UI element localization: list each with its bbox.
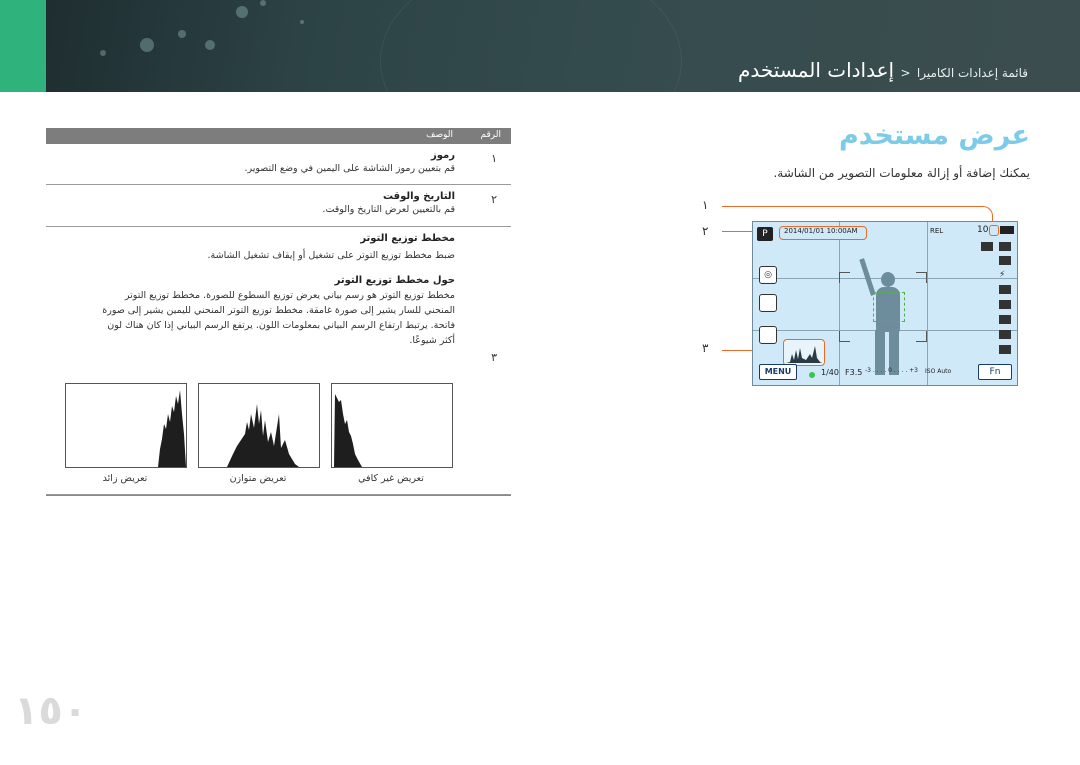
datetime-text: 2014/01/01 10:00AM: [784, 227, 858, 235]
card-icon: [989, 225, 999, 236]
table-bottom-divider: [46, 494, 511, 495]
mini-histogram: [783, 339, 825, 366]
callout-number: ٣: [702, 341, 709, 355]
section-tab: [0, 0, 46, 92]
row-number: ١: [491, 152, 497, 165]
af-mode-icon: [999, 330, 1011, 339]
row-subtitle: حول مخطط توزيع التوتر: [334, 275, 455, 286]
row-title: رموز: [431, 150, 455, 161]
histogram-label: تعريض زائد: [102, 473, 148, 484]
fn-button[interactable]: Fn: [978, 364, 1012, 380]
shutter-speed: 1/40: [821, 368, 839, 377]
row-description: رموز قم بتعيين رموز الشاشة على اليمين في…: [46, 150, 455, 176]
ois-icon[interactable]: [759, 294, 777, 312]
table-row: ١ رموز قم بتعيين رموز الشاشة على اليمين …: [46, 144, 511, 185]
row-title: مخطط توزيع التوتر: [360, 233, 455, 244]
histogram-label: تعريض غير كافي: [358, 473, 424, 484]
histogram-graph: [334, 394, 362, 467]
histogram-example: [65, 383, 187, 468]
row-text: قم بالتعيين لعرض التاريخ والوقت.: [322, 204, 455, 215]
callout-line: [722, 206, 980, 207]
display-icon[interactable]: [759, 326, 777, 344]
wb-icon: [999, 345, 1011, 354]
size-icon: [999, 242, 1011, 251]
callout-number: ٢: [702, 224, 709, 238]
iso-value: ISO Auto: [925, 368, 952, 375]
rel-label: REL: [930, 227, 944, 235]
row-title: التاريخ والوقت: [382, 191, 455, 202]
section-title: عرض مستخدم: [838, 120, 1030, 151]
smart-filter-icon[interactable]: ◎: [759, 266, 777, 284]
histogram-graph: [158, 390, 186, 467]
breadcrumb-separator: <: [900, 66, 911, 80]
row-number: ٣: [491, 351, 497, 364]
row-text: قم بتعيين رموز الشاشة على اليمين في وضع …: [244, 163, 455, 174]
aperture-value: F3.5: [845, 368, 863, 377]
histogram-graph: [227, 404, 299, 467]
histogram-label: تعريض متوازن: [229, 473, 287, 484]
mini-histogram-graph: [786, 346, 822, 363]
grid-line: [927, 222, 928, 385]
picture-wizard-icon: [981, 242, 993, 251]
row-description: مخطط توزيع التوتر ضبط مخطط توزيع التوتر …: [46, 233, 455, 348]
column-header-number: الرقم: [480, 130, 501, 140]
row-body-line: مخطط توزيع التوتر هو رسم بياني يعرض توزي…: [124, 290, 455, 301]
histogram-example: [331, 383, 453, 468]
row-description: التاريخ والوقت قم بالتعيين لعرض التاريخ …: [46, 191, 455, 217]
breadcrumb: قائمة إعدادات الكاميرا < إعدادات المستخد…: [738, 58, 1028, 82]
histogram-example: [198, 383, 320, 468]
camera-screen: P 2014/01/01 10:00AM REL 10 ◎ ⚡ MENU 1/4…: [752, 221, 1018, 386]
row-text: ضبط مخطط توزيع التوتر على تشغيل أو إيقاف…: [207, 250, 456, 261]
page-number: ١٥٠: [14, 688, 88, 734]
shot-count: 10: [977, 225, 989, 235]
flash-icon: ⚡: [999, 270, 1006, 280]
row-number: ٢: [491, 193, 497, 206]
fn-button-label: Fn: [989, 367, 1001, 377]
callout-number: ١: [702, 198, 709, 212]
row-body-line: فاتحة. يرتبط ارتفاع الرسم البياني بمعلوم…: [107, 320, 455, 331]
row-body-line: المنحني للسار يشير إلى صورة غامقة. مخطط …: [102, 305, 455, 316]
drive-icon: [999, 300, 1011, 309]
table-row: ٢ التاريخ والوقت قم بالتعيين لعرض التاري…: [46, 185, 511, 227]
menu-button-label: MENU: [764, 367, 792, 376]
column-header-description: الوصف: [426, 130, 453, 140]
table-header: الرقم الوصف: [46, 128, 511, 144]
intro-text: يمكنك إضافة أو إزالة معلومات التصوير من …: [773, 166, 1030, 180]
row-body-line: أكثر شيوعًا.: [409, 335, 455, 346]
datetime-box: 2014/01/01 10:00AM: [779, 226, 867, 240]
menu-button[interactable]: MENU: [759, 364, 797, 380]
mode-p-icon[interactable]: P: [757, 227, 773, 241]
quality-icon: [999, 256, 1011, 265]
breadcrumb-current: إعدادات المستخدم: [738, 58, 895, 82]
battery-icon: [1000, 226, 1014, 234]
metering-icon: [999, 285, 1011, 294]
exposure-scale: -3 . . . . 0 . . . . +3: [865, 367, 918, 374]
af-area-bracket: [839, 272, 927, 342]
focus-indicator-icon: [809, 372, 815, 378]
face-detect-icon: [999, 315, 1011, 324]
breadcrumb-parent: قائمة إعدادات الكاميرا: [916, 66, 1028, 80]
